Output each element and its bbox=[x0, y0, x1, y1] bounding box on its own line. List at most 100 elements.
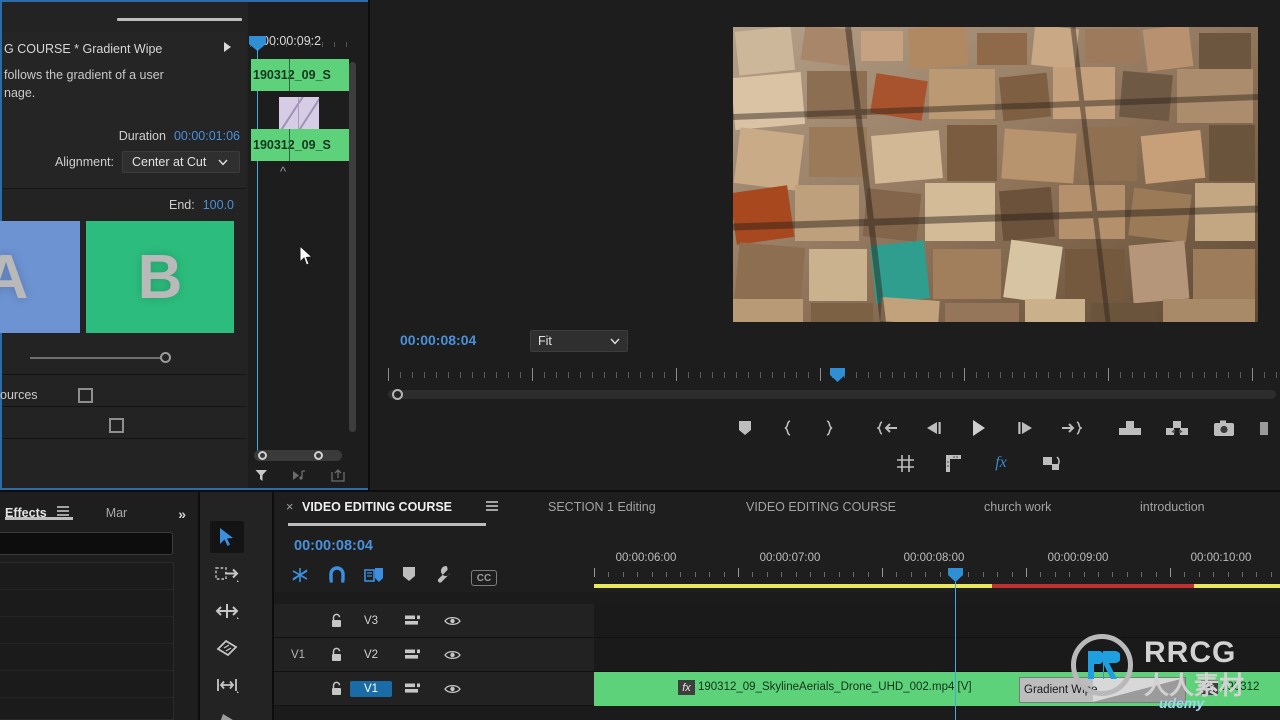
transition-gradient-wipe[interactable]: Gradient Wipe bbox=[1019, 677, 1186, 703]
list-item[interactable]: h bbox=[0, 563, 173, 590]
go-to-in-icon[interactable] bbox=[874, 415, 903, 441]
lock-icon[interactable] bbox=[322, 613, 350, 628]
program-zoom-knob-left[interactable] bbox=[392, 389, 403, 400]
reverse-checkbox[interactable] bbox=[109, 417, 124, 433]
sync-lock-icon[interactable] bbox=[392, 682, 432, 696]
tab-close-icon[interactable]: × bbox=[286, 500, 293, 514]
slip-tool[interactable] bbox=[210, 669, 244, 701]
zoom-level-select[interactable]: Fit bbox=[530, 330, 628, 352]
slider-knob-b[interactable] bbox=[160, 352, 171, 363]
mini-transition-block[interactable] bbox=[279, 97, 319, 133]
double-chevron-right-icon[interactable]: » bbox=[178, 506, 186, 522]
export-icon[interactable] bbox=[331, 469, 345, 487]
linked-selection-icon[interactable] bbox=[364, 566, 384, 589]
sync-lock-icon[interactable] bbox=[392, 614, 432, 628]
timeline-timecode[interactable]: 00:00:08:04 bbox=[294, 538, 373, 554]
lift-icon[interactable] bbox=[1115, 415, 1144, 441]
panel-divider[interactable] bbox=[272, 492, 274, 720]
play-audio-icon[interactable] bbox=[292, 469, 307, 487]
program-timecode[interactable]: 00:00:08:04 bbox=[400, 332, 476, 348]
preview-thumb-a[interactable]: A bbox=[0, 221, 80, 333]
show-actual-sources-checkbox[interactable] bbox=[77, 387, 93, 403]
fx-icon[interactable]: fx bbox=[986, 450, 1016, 476]
end-value[interactable]: 100.0 bbox=[203, 198, 234, 212]
track-body-v3[interactable] bbox=[594, 604, 1280, 638]
duration-value[interactable]: 00:00:01:06 bbox=[174, 129, 240, 143]
track-name-v1[interactable]: V1 bbox=[350, 680, 392, 697]
nest-icon[interactable] bbox=[290, 566, 310, 589]
effect-controls-tabstrip[interactable] bbox=[2, 2, 246, 32]
panel-divider[interactable] bbox=[0, 490, 1280, 492]
hamburger-menu-icon[interactable] bbox=[485, 500, 499, 515]
chevron-up-icon[interactable]: ^ bbox=[280, 164, 286, 179]
zoom-knob-left[interactable] bbox=[258, 451, 267, 460]
eye-icon[interactable] bbox=[432, 615, 472, 627]
list-item[interactable] bbox=[0, 671, 173, 698]
button-editor-icon[interactable] bbox=[1251, 415, 1280, 441]
track-header-v3[interactable]: V3 bbox=[274, 604, 594, 638]
compare-icon[interactable] bbox=[1036, 450, 1066, 476]
list-item[interactable]: ip bbox=[0, 644, 173, 671]
mark-out-icon[interactable] bbox=[814, 415, 843, 441]
pen-tool[interactable] bbox=[210, 704, 244, 720]
tab-church-work[interactable]: church work bbox=[984, 500, 1051, 514]
program-monitor-video[interactable] bbox=[733, 27, 1258, 322]
tab-markers[interactable]: Mar bbox=[106, 506, 128, 520]
effects-search-input[interactable] bbox=[0, 532, 173, 555]
go-to-out-icon[interactable] bbox=[1056, 415, 1085, 441]
cc-icon[interactable]: CC bbox=[471, 568, 497, 587]
mini-timeline-zoom-bar[interactable] bbox=[254, 450, 342, 461]
track-name-v2[interactable]: V2 bbox=[350, 647, 392, 663]
track-header-v2[interactable]: V1 V2 bbox=[274, 638, 594, 672]
wrench-icon[interactable] bbox=[434, 565, 453, 589]
sync-lock-icon[interactable] bbox=[392, 648, 432, 662]
effect-title-row[interactable]: G COURSE * Gradient Wipe bbox=[2, 36, 246, 62]
magnet-icon[interactable] bbox=[328, 565, 346, 589]
eye-icon[interactable] bbox=[432, 649, 472, 661]
filter-icon[interactable] bbox=[255, 469, 268, 487]
rate-stretch-tool[interactable] bbox=[210, 632, 244, 664]
tab-video-editing-course[interactable]: VIDEO EDITING COURSE bbox=[302, 500, 452, 514]
track-header-v1[interactable]: V1 bbox=[274, 672, 594, 706]
play-icon[interactable] bbox=[964, 415, 993, 441]
panel-divider[interactable] bbox=[368, 0, 370, 490]
mini-timeline-scrollbar[interactable] bbox=[349, 62, 356, 432]
marker-icon[interactable] bbox=[402, 566, 416, 588]
panel-divider[interactable] bbox=[198, 492, 200, 720]
triangle-right-icon[interactable] bbox=[222, 40, 232, 58]
zoom-knob-right[interactable] bbox=[314, 451, 323, 460]
tab-section-1-editing[interactable]: SECTION 1 Editing bbox=[548, 500, 656, 514]
eye-icon[interactable] bbox=[432, 683, 472, 695]
track-body-v2[interactable] bbox=[594, 638, 1280, 672]
program-zoom-scrollbar[interactable] bbox=[388, 390, 1276, 399]
track-body-v1[interactable]: fx 190312_09_SkylineAerials_Drone_UHD_00… bbox=[594, 672, 1280, 706]
lock-icon[interactable] bbox=[322, 647, 350, 662]
selection-tool[interactable] bbox=[210, 521, 244, 553]
preview-thumb-b[interactable]: B bbox=[86, 221, 234, 333]
track-source-v2[interactable]: V1 bbox=[274, 649, 322, 661]
marker-icon[interactable] bbox=[730, 415, 759, 441]
timeline-clip-2[interactable]: fx 190312 bbox=[1196, 672, 1280, 706]
timeline-ruler[interactable]: 00:00:06:00 00:00:07:00 00:00:08:00 00:0… bbox=[594, 552, 1280, 584]
mini-clip-b[interactable]: 190312_09_S bbox=[251, 129, 349, 161]
ruler-icon[interactable] bbox=[938, 450, 968, 476]
step-back-icon[interactable] bbox=[919, 415, 948, 441]
track-name-v3[interactable]: V3 bbox=[350, 613, 392, 629]
ripple-edit-tool[interactable] bbox=[210, 595, 244, 627]
step-forward-icon[interactable] bbox=[1011, 415, 1040, 441]
program-playhead[interactable] bbox=[830, 368, 845, 382]
track-select-forward-tool[interactable] bbox=[210, 558, 244, 590]
camera-icon[interactable] bbox=[1210, 415, 1239, 441]
lock-icon[interactable] bbox=[322, 681, 350, 696]
extract-icon[interactable] bbox=[1163, 415, 1192, 441]
alignment-select[interactable]: Center at Cut bbox=[122, 151, 240, 173]
tab-introduction[interactable]: introduction bbox=[1140, 500, 1205, 514]
list-item[interactable]: it bbox=[0, 617, 173, 644]
slider-track-b[interactable] bbox=[30, 357, 170, 359]
effects-list[interactable]: h le it ip bbox=[0, 562, 174, 720]
mini-clip-a[interactable]: 190312_09_S bbox=[251, 59, 349, 91]
list-item[interactable]: le bbox=[0, 590, 173, 617]
tab-video-editing-course-2[interactable]: VIDEO EDITING COURSE bbox=[746, 500, 896, 514]
grid-icon[interactable] bbox=[890, 450, 920, 476]
timeline-playhead-handle[interactable] bbox=[948, 568, 963, 582]
